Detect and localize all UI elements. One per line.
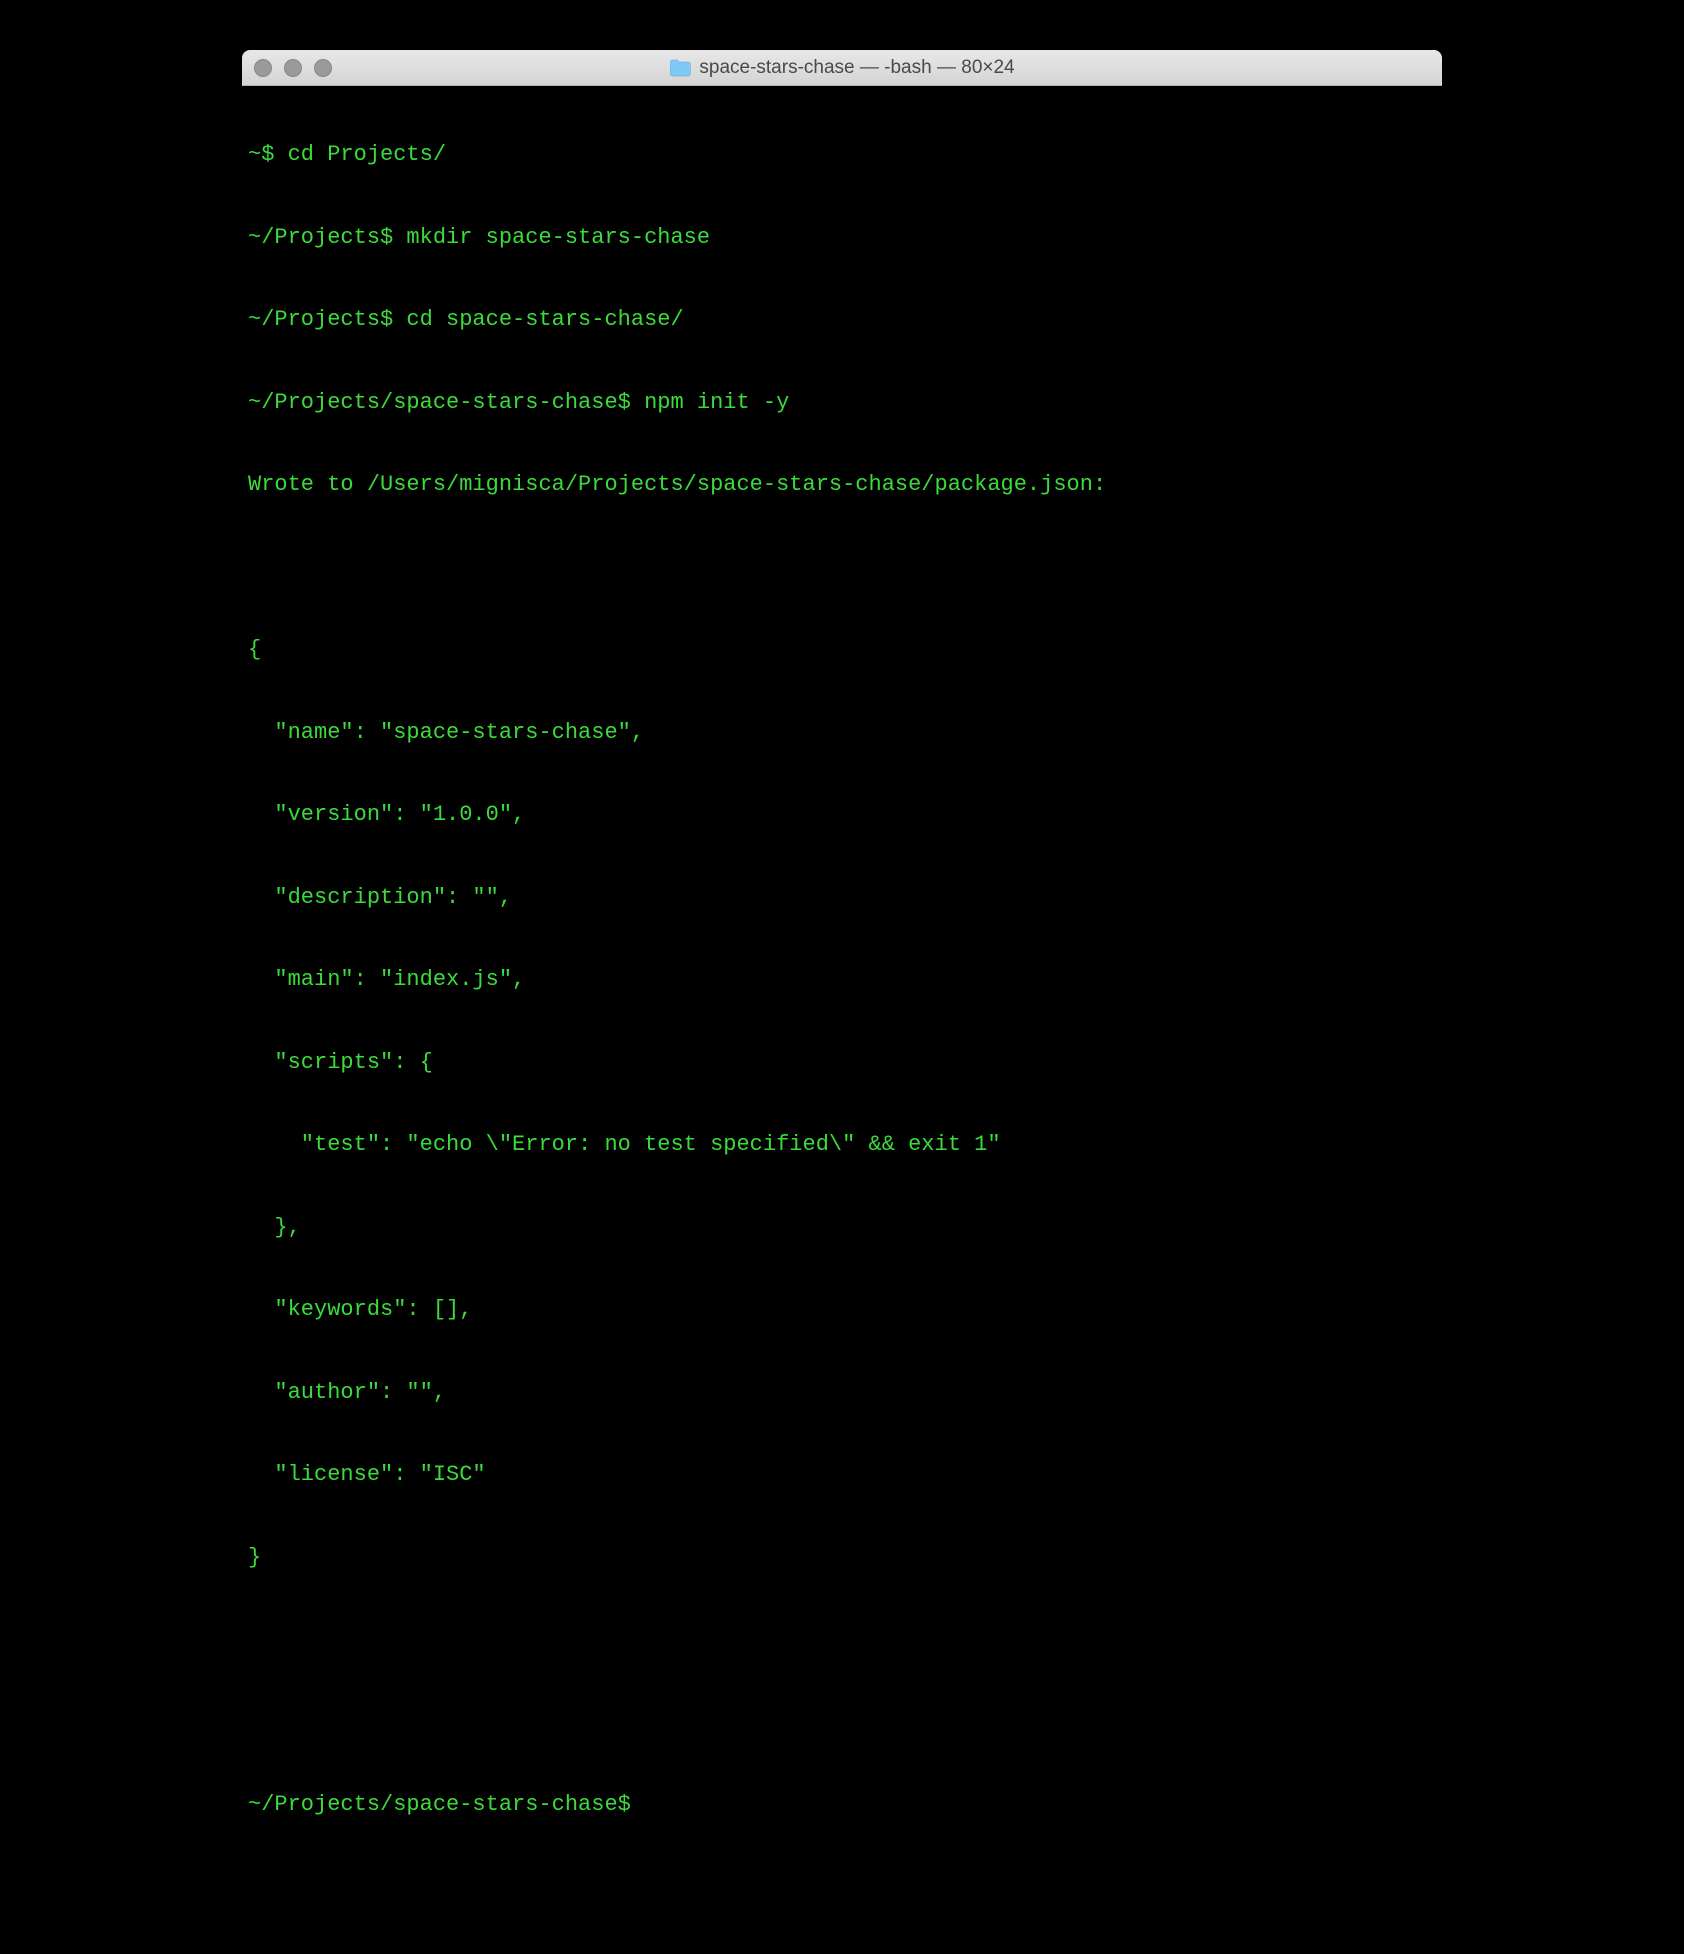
blank-line: [248, 1709, 1436, 1737]
terminal-prompt: ~/Projects/space-stars-chase$: [248, 1791, 1436, 1819]
blank-line: [248, 1626, 1436, 1654]
terminal-line: "author": "",: [248, 1379, 1436, 1407]
terminal-line: ~/Projects$ mkdir space-stars-chase: [248, 224, 1436, 252]
terminal-line: "license": "ISC": [248, 1461, 1436, 1489]
terminal-window: space-stars-chase — -bash — 80×24 ~$ cd …: [242, 50, 1442, 1954]
window-title: space-stars-chase — -bash — 80×24: [699, 57, 1014, 79]
prompt-text: ~/Projects/space-stars-chase$: [248, 1792, 644, 1817]
terminal-line: "scripts": {: [248, 1049, 1436, 1077]
terminal-line: "name": "space-stars-chase",: [248, 719, 1436, 747]
terminal-line: ~$ cd Projects/: [248, 141, 1436, 169]
terminal-line: ~/Projects$ cd space-stars-chase/: [248, 306, 1436, 334]
minimize-button[interactable]: [284, 59, 302, 77]
terminal-line: Wrote to /Users/mignisca/Projects/space-…: [248, 471, 1436, 499]
terminal-line: "version": "1.0.0",: [248, 801, 1436, 829]
terminal-line: {: [248, 636, 1436, 664]
terminal-line: },: [248, 1214, 1436, 1242]
maximize-button[interactable]: [314, 59, 332, 77]
terminal-line: "keywords": [],: [248, 1296, 1436, 1324]
close-button[interactable]: [254, 59, 272, 77]
terminal-line: "test": "echo \"Error: no test specified…: [248, 1131, 1436, 1159]
terminal-line: }: [248, 1544, 1436, 1572]
blank-line: [248, 554, 1436, 582]
traffic-lights: [254, 59, 332, 77]
window-title-container: space-stars-chase — -bash — 80×24: [669, 57, 1014, 79]
titlebar[interactable]: space-stars-chase — -bash — 80×24: [242, 50, 1442, 86]
terminal-line: ~/Projects/space-stars-chase$ npm init -…: [248, 389, 1436, 417]
terminal-line: "description": "",: [248, 884, 1436, 912]
terminal-line: "main": "index.js",: [248, 966, 1436, 994]
folder-icon: [669, 59, 691, 77]
terminal-body[interactable]: ~$ cd Projects/ ~/Projects$ mkdir space-…: [242, 86, 1442, 1954]
